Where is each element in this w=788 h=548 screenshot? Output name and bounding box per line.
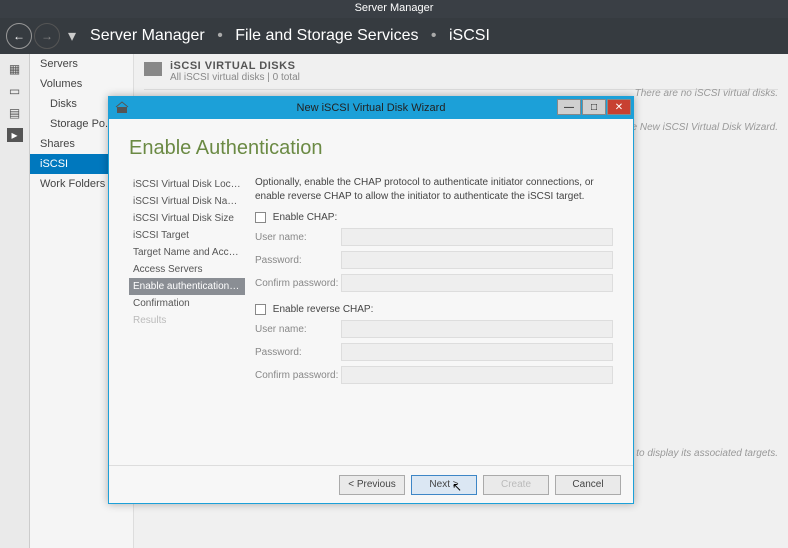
wizard-footer: < Previous Next > Create Cancel <box>109 465 633 503</box>
wizard-steps: iSCSI Virtual Disk Location iSCSI Virtua… <box>129 176 245 465</box>
reverse-confirm-label: Confirm password: <box>255 370 341 381</box>
wizard-title-bar[interactable]: New iSCSI Virtual Disk Wizard — □ ✕ <box>109 97 633 119</box>
reverse-user-label: User name: <box>255 324 341 335</box>
wizard-heading: Enable Authentication <box>129 137 613 160</box>
chap-pass-input[interactable] <box>341 251 613 269</box>
breadcrumb: Server Manager • File and Storage Servic… <box>90 27 490 45</box>
step-name[interactable]: iSCSI Virtual Disk Name <box>129 193 245 210</box>
reverse-pass-label: Password: <box>255 347 341 358</box>
breadcrumb-l2[interactable]: iSCSI <box>449 27 490 44</box>
rail-dashboard-icon[interactable]: ▦ <box>7 62 23 76</box>
maximize-button[interactable]: □ <box>582 99 606 115</box>
forward-button: → <box>34 23 60 49</box>
chap-user-input[interactable] <box>341 228 613 246</box>
wizard-content: Optionally, enable the CHAP protocol to … <box>245 176 613 465</box>
back-button[interactable]: ← <box>6 23 32 49</box>
breadcrumb-l1[interactable]: File and Storage Services <box>235 27 418 44</box>
nav-bar: ← → ▾ Server Manager • File and Storage … <box>0 18 788 54</box>
reverse-user-input[interactable] <box>341 320 613 338</box>
step-location[interactable]: iSCSI Virtual Disk Location <box>129 176 245 193</box>
nav-volumes[interactable]: Volumes <box>30 74 133 94</box>
step-auth[interactable]: Enable authentication ser... <box>129 278 245 295</box>
create-button: Create <box>483 475 549 495</box>
wizard-dialog: New iSCSI Virtual Disk Wizard — □ ✕ Enab… <box>108 96 634 504</box>
step-access-servers[interactable]: Access Servers <box>129 261 245 278</box>
enable-reverse-chap-label: Enable reverse CHAP: <box>273 304 374 315</box>
wizard-icon <box>115 101 129 115</box>
dropdown-icon[interactable]: ▾ <box>68 26 76 46</box>
reverse-pass-input[interactable] <box>341 343 613 361</box>
breadcrumb-root[interactable]: Server Manager <box>90 27 205 44</box>
rail-iscsi-icon[interactable]: ▸ <box>7 128 23 142</box>
icon-rail: ▦ ▭ ▤ ▸ <box>0 54 30 548</box>
empty-hint: There are no iSCSI virtual disks. <box>635 88 778 99</box>
step-target[interactable]: iSCSI Target <box>129 227 245 244</box>
next-button[interactable]: Next > <box>411 475 477 495</box>
minimize-button[interactable]: — <box>557 99 581 115</box>
nav-servers[interactable]: Servers <box>30 54 133 74</box>
step-target-name[interactable]: Target Name and Access <box>129 244 245 261</box>
chap-pass-label: Password: <box>255 255 341 266</box>
chap-confirm-label: Confirm password: <box>255 278 341 289</box>
app-title-bar: Server Manager <box>0 0 788 18</box>
chap-user-label: User name: <box>255 232 341 243</box>
close-button[interactable]: ✕ <box>607 99 631 115</box>
enable-chap-checkbox[interactable] <box>255 212 266 223</box>
chap-confirm-input[interactable] <box>341 274 613 292</box>
disk-icon <box>144 62 162 76</box>
cancel-button[interactable]: Cancel <box>555 475 621 495</box>
rail-volumes-icon[interactable]: ▤ <box>7 106 23 120</box>
section-subtitle: All iSCSI virtual disks | 0 total <box>170 72 300 83</box>
app-title: Server Manager <box>355 2 434 14</box>
rail-servers-icon[interactable]: ▭ <box>7 84 23 98</box>
auth-description: Optionally, enable the CHAP protocol to … <box>255 176 613 204</box>
reverse-confirm-input[interactable] <box>341 366 613 384</box>
enable-reverse-chap-checkbox[interactable] <box>255 304 266 315</box>
enable-chap-label: Enable CHAP: <box>273 212 337 223</box>
step-size[interactable]: iSCSI Virtual Disk Size <box>129 210 245 227</box>
previous-button[interactable]: < Previous <box>339 475 405 495</box>
step-results: Results <box>129 312 245 329</box>
section-title: iSCSI VIRTUAL DISKS <box>170 60 300 72</box>
wizard-title: New iSCSI Virtual Disk Wizard <box>297 102 446 114</box>
step-confirmation[interactable]: Confirmation <box>129 295 245 312</box>
